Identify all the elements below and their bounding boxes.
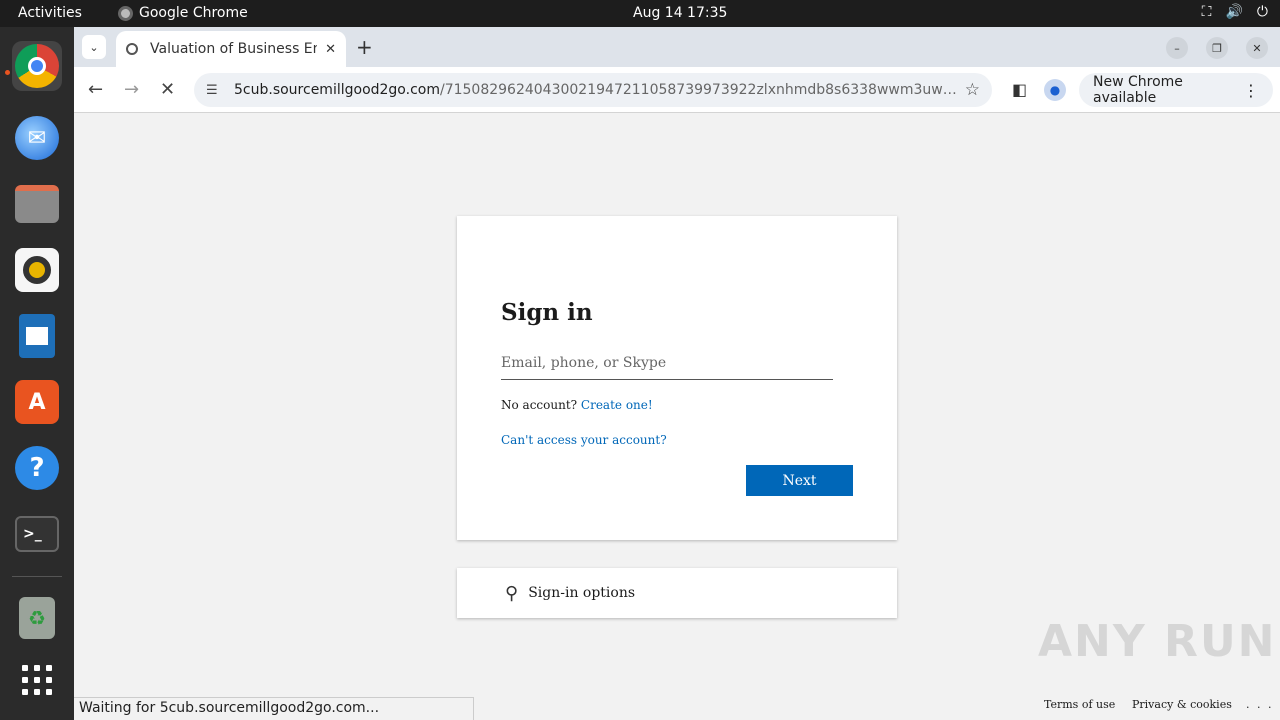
restore-button[interactable]: ❐ xyxy=(1206,37,1228,59)
key-search-icon: ⚲ xyxy=(505,582,519,604)
running-indicator xyxy=(5,70,10,75)
app-grid-icon xyxy=(22,665,52,695)
dock-show-apps[interactable] xyxy=(12,655,62,705)
dock-chrome[interactable] xyxy=(12,41,62,91)
dock-software[interactable]: A xyxy=(12,377,62,427)
loading-favicon-icon xyxy=(126,43,138,55)
signin-options-label: Sign-in options xyxy=(528,585,636,601)
url-host: 5cub.sourcemillgood2go.com xyxy=(234,82,440,98)
files-icon xyxy=(15,185,59,223)
update-label: New Chrome available xyxy=(1093,74,1183,106)
system-tray[interactable]: ⛶ 🔊 ⏻ xyxy=(1202,4,1268,20)
new-tab-button[interactable]: + xyxy=(356,35,373,59)
minimize-button[interactable]: – xyxy=(1166,37,1188,59)
help-icon: ? xyxy=(15,446,59,490)
app-name: Google Chrome xyxy=(139,5,248,21)
browser-toolbar: ← → ✕ ☰ 5cub.sourcemillgood2go.com /7150… xyxy=(74,67,1280,113)
next-button[interactable]: Next xyxy=(746,465,853,496)
rhythmbox-icon xyxy=(15,248,59,292)
status-bar: Waiting for 5cub.sourcemillgood2go.com..… xyxy=(74,697,474,720)
more-menu-icon[interactable]: ⋮ xyxy=(1243,81,1259,100)
privacy-link[interactable]: Privacy & cookies xyxy=(1132,698,1232,711)
dock-files[interactable] xyxy=(12,179,62,229)
tab-active[interactable]: Valuation of Business En ✕ xyxy=(116,31,346,67)
thunderbird-icon: ✉ xyxy=(15,116,59,160)
side-panel-icon[interactable]: ◧ xyxy=(1012,80,1027,99)
url-path: /71508296240430021947211058739973922zlxn… xyxy=(439,82,965,98)
browser-window: ⌄ Valuation of Business En ✕ + – ❐ ✕ ← →… xyxy=(74,27,1280,720)
chrome-update-button[interactable]: New Chrome available ⋮ xyxy=(1079,73,1273,107)
trash-icon: ♻ xyxy=(19,597,55,639)
dock-separator xyxy=(12,576,62,577)
chrome-app-icon xyxy=(118,5,133,21)
writer-icon xyxy=(19,314,55,358)
power-icon: ⏻ xyxy=(1256,4,1268,20)
signin-title: Sign in xyxy=(501,299,593,326)
page-content: Sign in No account? Create one! Can't ac… xyxy=(74,114,1280,720)
watermark-logo: ANY RUN xyxy=(1038,616,1277,667)
signin-options-button[interactable]: ⚲ Sign-in options xyxy=(457,568,897,618)
tab-close-icon[interactable]: ✕ xyxy=(325,42,336,57)
bookmark-star-icon[interactable]: ☆ xyxy=(965,80,980,100)
terms-link[interactable]: Terms of use xyxy=(1044,698,1115,711)
clock[interactable]: Aug 14 17:35 xyxy=(633,5,727,21)
address-bar[interactable]: ☰ 5cub.sourcemillgood2go.com /7150829624… xyxy=(194,73,992,107)
dock-thunderbird[interactable]: ✉ xyxy=(12,113,62,163)
profile-avatar-icon[interactable]: ● xyxy=(1044,79,1066,101)
footer-more-button[interactable]: . . . xyxy=(1246,698,1273,711)
dock-help[interactable]: ? xyxy=(12,443,62,493)
create-account-link[interactable]: Create one! xyxy=(581,398,653,412)
dock-terminal[interactable]: >_ xyxy=(12,509,62,559)
no-account-text: No account? Create one! xyxy=(501,398,653,412)
dock-trash[interactable]: ♻ xyxy=(12,593,62,643)
activities-button[interactable]: Activities xyxy=(18,5,82,21)
email-input[interactable] xyxy=(501,346,833,380)
volume-icon: 🔊 xyxy=(1225,4,1243,20)
chrome-icon xyxy=(15,44,59,88)
no-account-label: No account? xyxy=(501,398,578,412)
chevron-down-icon: ⌄ xyxy=(89,40,99,54)
stop-loading-icon[interactable]: ✕ xyxy=(160,79,175,100)
site-info-icon[interactable]: ☰ xyxy=(206,83,222,98)
tab-search-button[interactable]: ⌄ xyxy=(82,35,106,59)
terminal-icon: >_ xyxy=(15,516,59,552)
cant-access-link[interactable]: Can't access your account? xyxy=(501,433,667,447)
back-arrow-icon[interactable]: ← xyxy=(88,79,103,100)
tab-strip: ⌄ Valuation of Business En ✕ + – ❐ ✕ xyxy=(74,27,1280,67)
app-menu[interactable]: Google Chrome xyxy=(118,5,248,21)
forward-arrow-icon[interactable]: → xyxy=(124,79,139,100)
dock-writer[interactable] xyxy=(12,311,62,361)
close-window-button[interactable]: ✕ xyxy=(1246,37,1268,59)
signin-card: Sign in No account? Create one! Can't ac… xyxy=(457,216,897,540)
tab-title: Valuation of Business En xyxy=(150,41,318,57)
dock-rhythmbox[interactable] xyxy=(12,245,62,295)
app-store-icon: A xyxy=(15,380,59,424)
system-top-bar: Activities Google Chrome Aug 14 17:35 ⛶ … xyxy=(0,0,1280,27)
dock: ✉ A ? >_ ♻ xyxy=(0,27,74,720)
network-icon: ⛶ xyxy=(1201,4,1212,20)
